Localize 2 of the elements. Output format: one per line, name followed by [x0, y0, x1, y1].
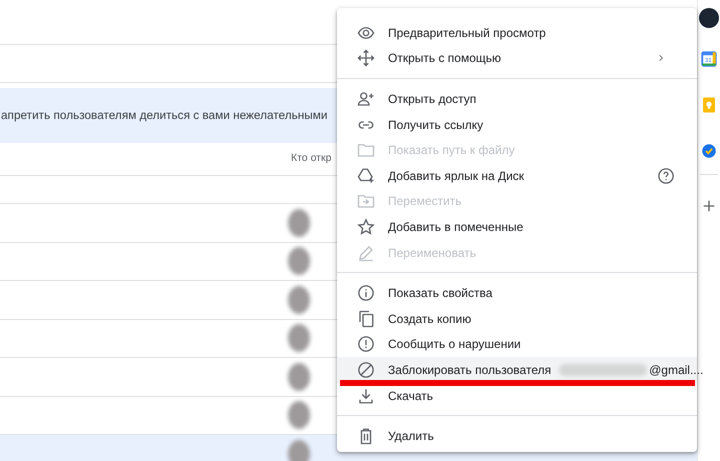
email-text: @gmail....: [649, 362, 704, 379]
banner-text: апретить пользователям делиться с вами нежелательными: [0, 106, 328, 124]
